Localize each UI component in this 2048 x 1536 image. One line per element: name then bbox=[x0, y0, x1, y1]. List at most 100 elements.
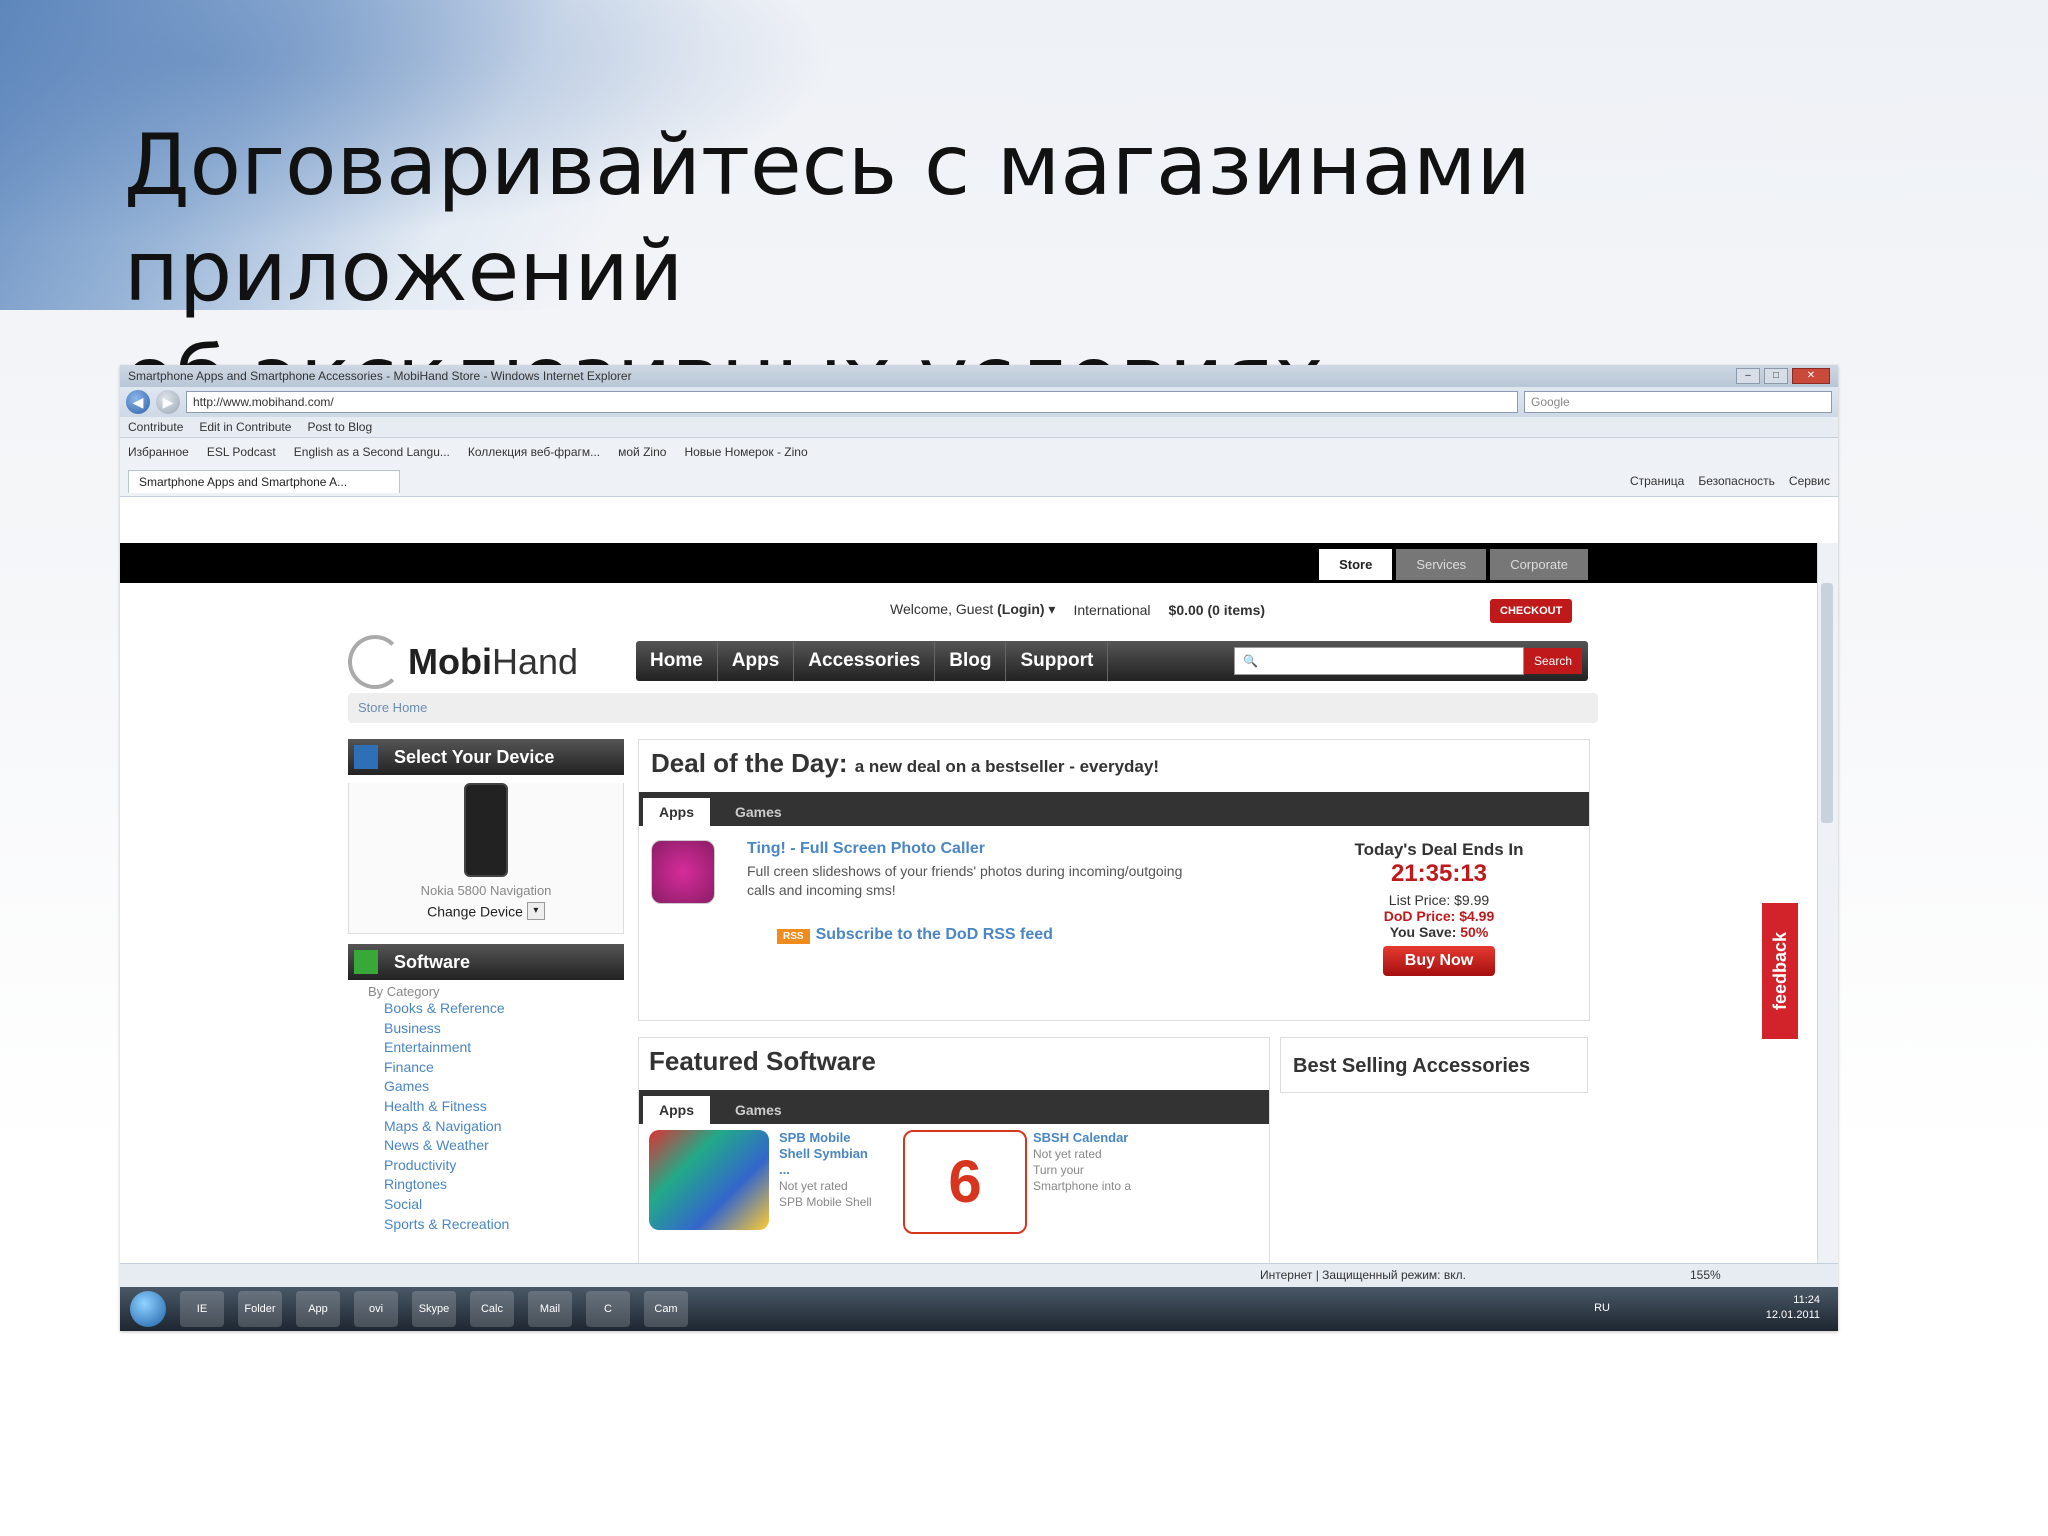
featured-software: Featured Software Apps Games SPB Mobile … bbox=[638, 1037, 1270, 1263]
rss-link[interactable]: RSS Subscribe to the DoD RSS feed bbox=[777, 926, 1053, 944]
change-device-label: Change Device bbox=[427, 903, 523, 920]
language-indicator[interactable]: RU bbox=[1594, 1301, 1610, 1316]
taskbar-app-icon[interactable]: App bbox=[296, 1291, 340, 1327]
taskbar-ovi-icon[interactable]: ovi bbox=[354, 1291, 398, 1327]
cart-summary[interactable]: $0.00 (0 items) bbox=[1169, 602, 1266, 618]
maximize-button[interactable]: □ bbox=[1764, 368, 1788, 384]
category-link[interactable]: Health & Fitness bbox=[368, 1097, 604, 1117]
chevron-down-icon[interactable]: ▾ bbox=[526, 902, 545, 921]
site-search-button[interactable]: Search bbox=[1523, 648, 1582, 674]
featured-item-desc: SPB Mobile Shell bbox=[779, 1195, 872, 1209]
software-heading: Software bbox=[348, 944, 624, 980]
nav-accessories[interactable]: Accessories bbox=[794, 641, 936, 681]
fav-zino[interactable]: мой Zino bbox=[618, 445, 666, 459]
category-link[interactable]: News & Weather bbox=[368, 1136, 604, 1156]
fav-zino-new[interactable]: Новые Номерок - Zino bbox=[684, 445, 807, 459]
cmd-safety[interactable]: Безопасность bbox=[1698, 474, 1775, 488]
taskbar-ie-icon[interactable]: IE bbox=[180, 1291, 224, 1327]
zoom-level[interactable]: 155% bbox=[1690, 1268, 1721, 1282]
minimize-button[interactable]: – bbox=[1736, 368, 1760, 384]
address-bar[interactable]: http://www.mobihand.com/ bbox=[186, 391, 1518, 413]
category-link[interactable]: Books & Reference bbox=[368, 999, 604, 1019]
device-icon bbox=[354, 745, 378, 769]
logo-bold: Mobi bbox=[408, 641, 492, 682]
scrollbar-thumb[interactable] bbox=[1821, 583, 1833, 823]
ting-app-icon[interactable] bbox=[651, 840, 715, 904]
start-button[interactable] bbox=[130, 1291, 166, 1327]
featured-tab-games[interactable]: Games bbox=[719, 1096, 798, 1124]
tab-row: Smartphone Apps and Smartphone A... Стра… bbox=[120, 466, 1838, 497]
featured-item-rating: Not yet rated bbox=[779, 1179, 848, 1193]
browser-search-input[interactable]: Google bbox=[1524, 391, 1832, 413]
spb-shell-icon[interactable] bbox=[649, 1130, 769, 1230]
toolbar-contribute[interactable]: Contribute bbox=[128, 420, 183, 434]
featured-item-name[interactable]: SPB Mobile Shell Symbian ... bbox=[779, 1130, 879, 1178]
buy-now-button[interactable]: Buy Now bbox=[1382, 946, 1496, 976]
tab-services[interactable]: Services bbox=[1396, 549, 1487, 580]
international-select[interactable]: International bbox=[1073, 602, 1150, 618]
category-link[interactable]: Entertainment bbox=[368, 1038, 604, 1058]
category-link[interactable]: Productivity bbox=[368, 1156, 604, 1176]
category-link[interactable]: Business bbox=[368, 1019, 604, 1039]
clock-date[interactable]: 12.01.2011 bbox=[1766, 1308, 1820, 1323]
favorites-button[interactable]: Избранное bbox=[128, 445, 189, 459]
fav-web-slices[interactable]: Коллекция веб-фрагм... bbox=[468, 445, 600, 459]
mobihand-logo[interactable]: MobiHand bbox=[348, 635, 578, 689]
category-link[interactable]: Ringtones bbox=[368, 1175, 604, 1195]
breadcrumb[interactable]: Store Home bbox=[348, 693, 1598, 723]
nav-apps[interactable]: Apps bbox=[718, 641, 795, 681]
security-zone: Интернет | Защищенный режим: вкл. bbox=[1260, 1268, 1466, 1282]
taskbar-calc-icon[interactable]: Calc bbox=[470, 1291, 514, 1327]
featured-tab-apps[interactable]: Apps bbox=[643, 1096, 710, 1124]
browser-tab[interactable]: Smartphone Apps and Smartphone A... bbox=[128, 469, 400, 493]
deal-of-the-day: Deal of the Day: a new deal on a bestsel… bbox=[638, 739, 1590, 1021]
change-device-select[interactable]: Change Device ▾ bbox=[349, 902, 623, 921]
welcome-text: Welcome, Guest bbox=[890, 601, 994, 617]
list-price: List Price: $9.99 bbox=[1388, 892, 1490, 908]
software-icon bbox=[354, 950, 378, 974]
featured-item-rating: Not yet rated bbox=[1033, 1147, 1102, 1161]
toolbar-post-blog[interactable]: Post to Blog bbox=[307, 420, 372, 434]
dod-app-name[interactable]: Ting! - Full Screen Photo Caller bbox=[747, 840, 985, 858]
dod-title: Deal of the Day: a new deal on a bestsel… bbox=[651, 748, 1159, 779]
page-scrollbar[interactable] bbox=[1817, 543, 1838, 1263]
close-button[interactable]: ✕ bbox=[1792, 368, 1830, 384]
back-button[interactable]: ◀ bbox=[126, 390, 150, 414]
taskbar-c-icon[interactable]: C bbox=[586, 1291, 630, 1327]
cmd-tools[interactable]: Сервис bbox=[1789, 474, 1830, 488]
calendar-icon[interactable]: 6 bbox=[903, 1130, 1027, 1234]
taskbar-mail-icon[interactable]: Mail bbox=[528, 1291, 572, 1327]
cmd-page[interactable]: Страница bbox=[1630, 474, 1684, 488]
nav-blog[interactable]: Blog bbox=[935, 641, 1007, 681]
category-link[interactable]: Sports & Recreation bbox=[368, 1215, 604, 1235]
tab-corporate[interactable]: Corporate bbox=[1490, 549, 1588, 580]
category-link[interactable]: Finance bbox=[368, 1058, 604, 1078]
taskbar-cam-icon[interactable]: Cam bbox=[644, 1291, 688, 1327]
window-title: Smartphone Apps and Smartphone Accessori… bbox=[128, 369, 632, 383]
site-top-tabs: Store Services Corporate bbox=[1319, 549, 1588, 580]
forward-button[interactable]: ▶ bbox=[156, 390, 180, 414]
site-search-input[interactable]: 🔍 bbox=[1233, 647, 1524, 675]
dod-tab-apps[interactable]: Apps bbox=[643, 798, 710, 826]
dod-tab-games[interactable]: Games bbox=[719, 798, 798, 826]
taskbar-folder-icon[interactable]: Folder bbox=[238, 1291, 282, 1327]
taskbar-skype-icon[interactable]: Skype bbox=[412, 1291, 456, 1327]
best-selling-accessories: Best Selling Accessories bbox=[1280, 1037, 1588, 1093]
checkout-button[interactable]: CHECKOUT bbox=[1490, 599, 1573, 623]
tab-store[interactable]: Store bbox=[1319, 549, 1393, 580]
category-link[interactable]: Maps & Navigation bbox=[368, 1117, 604, 1137]
featured-item[interactable]: 6 SBSH Calendar Not yet rated Turn your … bbox=[903, 1130, 1131, 1234]
clock-time[interactable]: 11:24 bbox=[1766, 1293, 1820, 1308]
site-top-bar: Store Services Corporate bbox=[120, 543, 1818, 583]
nav-home[interactable]: Home bbox=[636, 641, 718, 681]
featured-item-name[interactable]: SBSH Calendar bbox=[1033, 1130, 1133, 1146]
category-link[interactable]: Social bbox=[368, 1195, 604, 1215]
login-link[interactable]: (Login) bbox=[997, 601, 1044, 617]
fav-esl-podcast[interactable]: ESL Podcast bbox=[207, 445, 276, 459]
feedback-tab[interactable]: feedback bbox=[1762, 903, 1798, 1039]
nav-support[interactable]: Support bbox=[1006, 641, 1109, 681]
toolbar-edit-contribute[interactable]: Edit in Contribute bbox=[199, 420, 291, 434]
featured-item[interactable]: SPB Mobile Shell Symbian ... Not yet rat… bbox=[649, 1130, 872, 1230]
category-link[interactable]: Games bbox=[368, 1077, 604, 1097]
fav-english[interactable]: English as a Second Langu... bbox=[294, 445, 450, 459]
